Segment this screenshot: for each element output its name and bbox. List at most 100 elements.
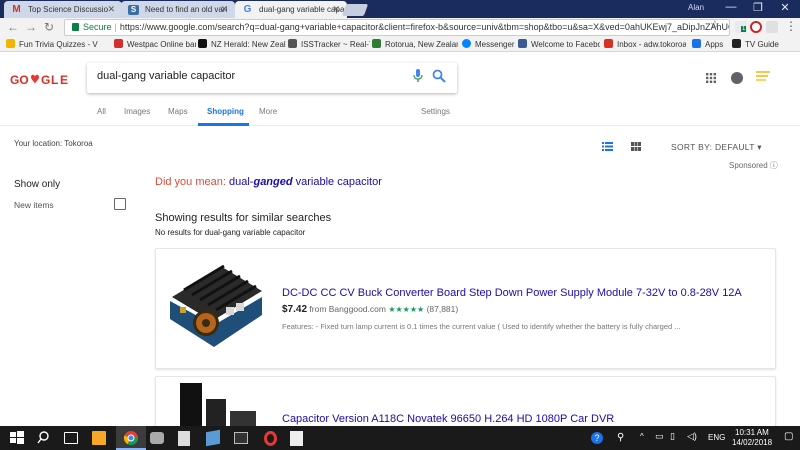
did-you-mean-link[interactable]: dual-ganged variable capacitor [229,176,382,188]
bookmark-item[interactable]: NZ Herald: New Zeala [198,39,286,49]
browser-tab-active[interactable]: G dual-gang variable capa ✕ [235,1,347,19]
back-arrow-icon[interactable]: ← [7,20,19,34]
product-title-link[interactable]: DC-DC CC CV Buck Converter Board Step Do… [282,287,742,299]
forward-arrow-icon[interactable]: → [25,20,37,34]
close-tab-icon[interactable]: ✕ [332,4,340,15]
clock-date[interactable]: 14/02/2018 [732,438,772,447]
svg-text:E: E [60,73,68,86]
gmail-icon: M [12,4,21,15]
people-icon[interactable]: ⚲ [617,432,624,443]
microphone-icon[interactable] [413,69,423,83]
close-tab-icon[interactable]: ✕ [220,4,228,15]
notifications-icon[interactable]: ▢ [784,431,793,442]
bookmark-item[interactable]: Inbox - adw.tokoroa [604,39,686,49]
account-avatar-icon[interactable] [754,68,772,86]
messenger-icon [462,39,471,48]
svg-text:L: L [51,73,58,86]
notifications-icon[interactable] [731,72,743,84]
browser-menu-icon[interactable]: ⋮ [785,19,797,33]
task-view-icon[interactable] [64,432,78,444]
terminal-icon[interactable] [234,432,248,444]
photos-icon[interactable] [150,432,164,444]
new-items-checkbox[interactable] [114,198,126,210]
maximize-icon[interactable]: ❐ [745,1,771,14]
search-icon[interactable] [432,69,446,83]
tab-more[interactable]: More [259,107,277,116]
language-indicator[interactable]: ENG [708,433,725,442]
active-tab-indicator [198,123,249,126]
product-price: $7.42 [282,304,308,315]
windows-taskbar: ? ⚲ ^ ▭ ▯ ◁) ENG 10:31 AM 14/02/2018 ▢ [0,426,800,450]
product-title-link[interactable]: Capacitor Version A118C Novatek 96650 H.… [282,413,614,425]
close-tab-icon[interactable]: ✕ [107,4,115,15]
reload-icon[interactable]: ↻ [44,20,54,34]
bookmark-item[interactable]: Fun Trivia Quizzes - V [6,39,110,49]
windows-start-icon[interactable] [8,429,26,447]
tab-images[interactable]: Images [124,107,150,116]
search-nav-tabs: All Images Maps Shopping More Settings [0,100,800,126]
svg-text:G: G [41,73,50,86]
volume-icon[interactable]: ◁) [687,431,697,442]
bookmark-star-icon[interactable]: ☆ [710,18,720,31]
grid-view-icon[interactable] [631,142,641,151]
bookmark-item[interactable]: Westpac Online bank [114,39,196,49]
opera-icon[interactable] [264,431,277,446]
extension-icon[interactable] [766,21,778,33]
svg-text:GO: GO [10,73,29,86]
bookmark-item[interactable]: Messenger [462,39,518,49]
address-bar[interactable]: Secure | https://www.google.com/search?q=d… [64,19,730,36]
bookmark-icon [6,39,15,48]
lock-icon [72,23,79,31]
caret-down-icon: ▾ [757,142,762,152]
tab-settings[interactable]: Settings [421,107,450,116]
network-icon[interactable]: ▯ [670,431,675,442]
location-label: Your location: Tokoroa [14,139,93,148]
gmail-icon [604,39,613,48]
extension-icon[interactable] [750,21,762,33]
search-icon[interactable] [36,429,54,447]
apps-icon [692,39,701,48]
bookmark-item[interactable]: Apps [692,39,730,49]
product-card[interactable]: DC-DC CC CV Buck Converter Board Step Do… [155,248,776,369]
search-box [87,63,457,93]
tab-title: Top Science Discussio [28,5,109,14]
product-image[interactable] [162,257,268,353]
bookmark-item[interactable]: Welcome to Facebook [518,39,600,49]
new-tab-button[interactable] [341,4,369,16]
list-view-icon[interactable] [602,142,613,151]
browser-tab[interactable]: S Need to find an old vari ✕ [121,1,235,18]
google-logo[interactable]: GO G L E [10,72,76,87]
browser-tab[interactable]: M Top Science Discussio ✕ [4,1,122,18]
rating-stars-icon: ★★★★★ [388,305,425,314]
search-input[interactable] [97,70,397,82]
no-results-note: No results for dual-gang variable capaci… [155,228,306,237]
minimize-icon[interactable]: — [718,1,744,13]
url-text: https://www.google.com/search?q=dual-gan… [119,22,730,32]
forum-icon: S [128,5,139,15]
bookmark-item[interactable]: ISSTracker ~ Real-Tim [288,39,370,49]
profile-chip[interactable]: Alan [688,3,704,12]
document-icon[interactable] [290,431,303,446]
google-apps-icon[interactable] [706,73,716,83]
bookmark-item[interactable]: TV Guide [732,39,798,49]
extension-icon[interactable]: 1 [735,21,747,33]
tab-shopping[interactable]: Shopping [207,107,244,116]
calculator-icon[interactable] [178,431,190,446]
sponsored-label[interactable]: Sponsored ⓘ [729,160,778,171]
battery-icon[interactable]: ▭ [655,431,664,442]
sort-by-dropdown[interactable]: SORT BY: DEFAULT ▾ [671,142,762,153]
bookmark-item[interactable]: Rotorua, New Zealand [372,39,458,49]
notepad-icon[interactable] [206,429,220,447]
tab-all[interactable]: All [97,107,106,116]
tray-up-arrow-icon[interactable]: ^ [640,432,644,441]
clock-time[interactable]: 10:31 AM [735,428,769,437]
store-icon[interactable] [92,431,106,445]
product-image[interactable] [170,383,260,430]
tab-maps[interactable]: Maps [168,107,188,116]
product-card[interactable]: Capacitor Version A118C Novatek 96650 H.… [155,376,776,430]
close-window-icon[interactable]: ✕ [772,1,798,14]
help-icon[interactable]: ? [588,429,606,447]
review-count: (87,881) [426,304,459,314]
chrome-icon[interactable] [122,429,140,447]
extension-badge: 1 [741,26,747,32]
